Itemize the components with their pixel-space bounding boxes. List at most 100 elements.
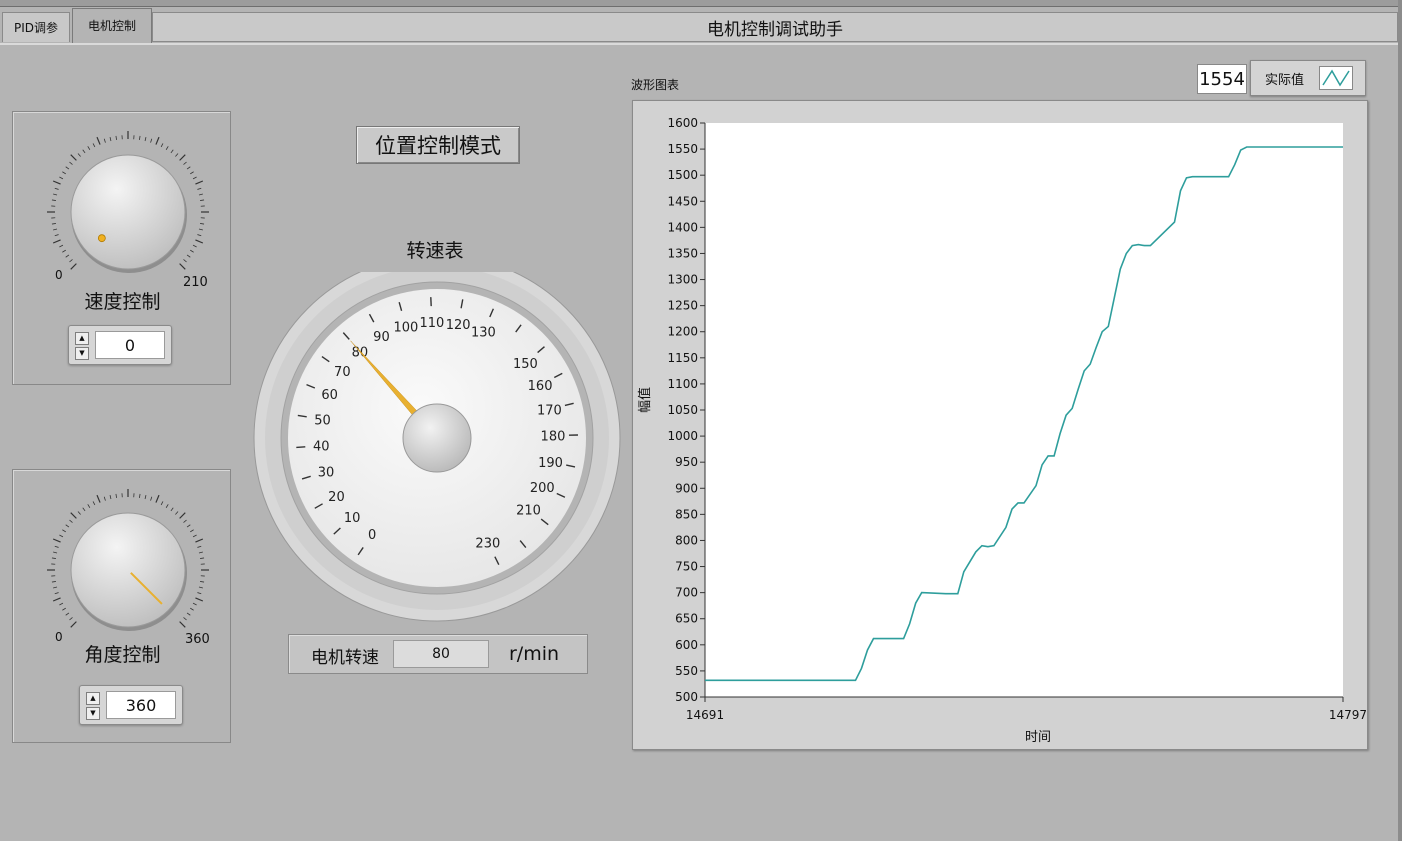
knob-tick bbox=[53, 551, 58, 554]
y-tick-label: 1550 bbox=[667, 142, 698, 156]
triangle-up-icon[interactable]: ▲ bbox=[75, 332, 89, 345]
knob-tick bbox=[87, 146, 91, 150]
angle-input[interactable]: 360 bbox=[106, 691, 176, 719]
speed-control-panel: 0 210 速度控制 ▲ ▼ 0 bbox=[12, 111, 231, 385]
gauge-tick-label: 60 bbox=[321, 388, 338, 403]
knob-tick bbox=[51, 581, 56, 583]
knob-tick bbox=[62, 249, 66, 253]
gauge-tick-label: 70 bbox=[334, 365, 351, 380]
knob-tick bbox=[165, 504, 169, 508]
y-tick-label: 1500 bbox=[667, 168, 698, 182]
knob-tick bbox=[52, 538, 61, 543]
y-tick-label: 600 bbox=[675, 638, 698, 652]
y-tick-label: 1400 bbox=[667, 220, 698, 234]
knob-tick bbox=[200, 199, 205, 201]
knob-tick bbox=[198, 228, 203, 231]
gauge-tick-label: 180 bbox=[541, 430, 566, 445]
y-tick-label: 950 bbox=[675, 455, 698, 469]
motor-speed-value: 80 bbox=[393, 640, 489, 668]
knob-body bbox=[70, 512, 186, 628]
knob-tick bbox=[190, 529, 194, 533]
position-mode-button-label: 位置控制模式 bbox=[375, 134, 501, 158]
y-tick-label: 1450 bbox=[667, 194, 698, 208]
knob-tick bbox=[183, 161, 187, 165]
window-right-border bbox=[1398, 0, 1402, 841]
knob-tick bbox=[175, 153, 179, 157]
knob-tick bbox=[54, 234, 59, 237]
chart-legend[interactable]: 实际值 bbox=[1250, 60, 1366, 96]
window-title: 电机控制调试助手 bbox=[152, 12, 1398, 42]
knob-tick bbox=[197, 187, 202, 190]
knob-tick bbox=[70, 263, 77, 270]
y-tick-label: 750 bbox=[675, 560, 698, 574]
speed-input[interactable]: 0 bbox=[95, 331, 165, 359]
knob-tick bbox=[82, 149, 86, 154]
knob-tick bbox=[59, 602, 64, 606]
waveform-chart: 500 550 600 650 700 750 800 850 900 950 1000 1050 11… bbox=[632, 100, 1368, 750]
gauge-tick-label: 130 bbox=[471, 326, 496, 341]
knob-tick bbox=[77, 153, 81, 157]
knob-tick bbox=[51, 557, 56, 559]
y-tick-label: 1000 bbox=[667, 429, 698, 443]
y-tick-label: 1300 bbox=[667, 273, 698, 287]
position-mode-button[interactable]: 位置控制模式 bbox=[356, 126, 520, 164]
knob-tick bbox=[197, 592, 202, 595]
knob-tick bbox=[195, 239, 204, 244]
window-top-border bbox=[0, 0, 1402, 7]
knob-tick bbox=[186, 166, 191, 170]
speed-gauge: 0102030405060708090100 110 120130150160170… bbox=[253, 272, 621, 622]
knob-tick bbox=[62, 607, 66, 611]
gauge-tick-label: 120 bbox=[446, 318, 471, 333]
gauge-tick-label: 10 bbox=[344, 511, 361, 526]
x-axis-label: 时间 bbox=[1025, 730, 1051, 745]
knob-tick bbox=[65, 166, 70, 170]
triangle-down-icon[interactable]: ▼ bbox=[75, 347, 89, 360]
knob-tick bbox=[87, 504, 91, 508]
knob-tick bbox=[62, 529, 66, 533]
knob-tick bbox=[70, 512, 77, 519]
y-tick-label: 1250 bbox=[667, 299, 698, 313]
y-tick-label: 650 bbox=[675, 612, 698, 626]
knob-tick bbox=[92, 143, 96, 148]
knob-tick bbox=[59, 244, 64, 248]
knob-tick bbox=[179, 263, 186, 270]
y-tick-label: 1050 bbox=[667, 403, 698, 417]
knob-tick bbox=[144, 495, 147, 500]
gauge-tick-label: 40 bbox=[313, 440, 330, 455]
chart-title: 波形图表 bbox=[631, 78, 680, 92]
y-tick-label: 800 bbox=[675, 533, 698, 547]
knob-tick bbox=[65, 254, 70, 258]
chart-current-value: 1554 bbox=[1197, 64, 1247, 94]
knob-tick bbox=[200, 581, 205, 583]
knob-tick bbox=[192, 244, 197, 248]
knob-tick bbox=[52, 180, 61, 185]
knob-tick bbox=[190, 607, 194, 611]
knob-tick bbox=[109, 137, 112, 142]
knob-tick bbox=[65, 612, 70, 616]
gauge-tick-label: 160 bbox=[528, 379, 553, 394]
knob-tick bbox=[144, 137, 147, 142]
knob-tick bbox=[115, 135, 117, 140]
speed-control-label: 速度控制 bbox=[84, 291, 161, 313]
triangle-up-icon[interactable]: ▲ bbox=[86, 692, 100, 705]
gauge-tick-label: 170 bbox=[537, 403, 562, 418]
knob-tick bbox=[103, 496, 106, 501]
triangle-down-icon[interactable]: ▼ bbox=[86, 707, 100, 720]
tab-motor-control[interactable]: 电机控制 bbox=[72, 8, 152, 44]
tab-pid-tuning[interactable]: PID调参 bbox=[2, 12, 70, 42]
knob-tick bbox=[192, 534, 197, 538]
angle-control-label: 角度控制 bbox=[84, 644, 161, 666]
gauge-tick-label: 110 bbox=[419, 316, 444, 331]
divider bbox=[0, 43, 1398, 45]
knob-tick bbox=[109, 495, 112, 500]
speed-spinbox[interactable]: ▲ ▼ 0 bbox=[68, 325, 172, 365]
knob-tick bbox=[59, 534, 64, 538]
angle-spinbox[interactable]: ▲ ▼ 360 bbox=[79, 685, 183, 725]
y-tick-label: 550 bbox=[675, 664, 698, 678]
chart-plot: 500 550 600 650 700 750 800 850 900 950 1000 1050 11… bbox=[637, 116, 1367, 745]
knob-tick bbox=[192, 176, 197, 180]
knob-tick bbox=[190, 249, 194, 253]
knob-tick bbox=[53, 586, 58, 589]
knob-tick bbox=[186, 524, 191, 528]
knob-tick bbox=[192, 602, 197, 606]
